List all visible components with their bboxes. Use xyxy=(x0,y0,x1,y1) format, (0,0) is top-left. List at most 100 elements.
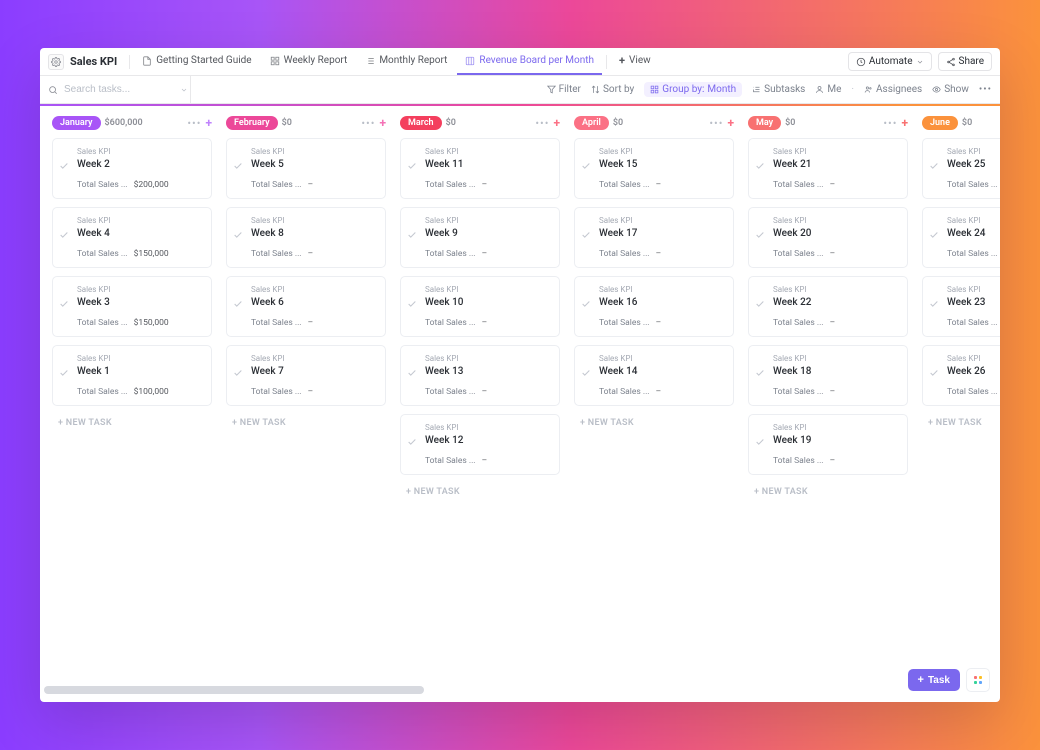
add-card-icon[interactable]: + xyxy=(901,116,908,130)
month-chip[interactable]: June xyxy=(922,116,958,130)
tab-getting-started-guide[interactable]: Getting Started Guide xyxy=(134,48,259,75)
more-icon[interactable]: ••• xyxy=(535,117,549,130)
search-input[interactable] xyxy=(64,84,154,95)
month-chip[interactable]: April xyxy=(574,116,609,130)
check-icon[interactable] xyxy=(407,368,417,378)
settings-icon[interactable] xyxy=(48,54,64,70)
task-card[interactable]: Sales KPIWeek 22Total Sales ...– xyxy=(748,276,908,337)
task-card[interactable]: Sales KPIWeek 16Total Sales ...– xyxy=(574,276,734,337)
new-task-button[interactable]: + NEW TASK xyxy=(922,414,1000,432)
check-icon[interactable] xyxy=(929,230,939,240)
task-card[interactable]: Sales KPIWeek 17Total Sales ...– xyxy=(574,207,734,268)
check-icon[interactable] xyxy=(233,161,243,171)
new-task-button[interactable]: + NEW TASK xyxy=(748,483,908,501)
task-card[interactable]: Sales KPIWeek 6Total Sales ...– xyxy=(226,276,386,337)
task-card[interactable]: Sales KPIWeek 15Total Sales ...– xyxy=(574,138,734,199)
check-icon[interactable] xyxy=(581,368,591,378)
month-chip[interactable]: February xyxy=(226,116,278,130)
filter-button[interactable]: Filter xyxy=(547,84,581,95)
task-card[interactable]: Sales KPIWeek 12Total Sales ...– xyxy=(400,414,560,475)
task-card[interactable]: Sales KPIWeek 4Total Sales ...$150,000 xyxy=(52,207,212,268)
check-icon[interactable] xyxy=(407,299,417,309)
check-icon[interactable] xyxy=(755,368,765,378)
task-card[interactable]: Sales KPIWeek 7Total Sales ...– xyxy=(226,345,386,406)
card-crumb: Sales KPI xyxy=(77,285,203,294)
check-icon[interactable] xyxy=(233,230,243,240)
task-card[interactable]: Sales KPIWeek 14Total Sales ...– xyxy=(574,345,734,406)
subtasks-button[interactable]: Subtasks xyxy=(752,84,805,95)
tab-view[interactable]: +View xyxy=(611,48,659,75)
check-icon[interactable] xyxy=(755,437,765,447)
check-icon[interactable] xyxy=(929,161,939,171)
check-icon[interactable] xyxy=(929,368,939,378)
share-button[interactable]: Share xyxy=(938,52,992,71)
automate-button[interactable]: Automate xyxy=(848,52,932,71)
task-card[interactable]: Sales KPIWeek 26Total Sales ... xyxy=(922,345,1000,406)
task-card[interactable]: Sales KPIWeek 10Total Sales ...– xyxy=(400,276,560,337)
more-icon[interactable]: ••• xyxy=(187,117,201,130)
add-card-icon[interactable]: + xyxy=(553,116,560,130)
new-task-button[interactable]: + NEW TASK xyxy=(400,483,560,501)
check-icon[interactable] xyxy=(233,299,243,309)
show-button[interactable]: Show xyxy=(932,84,969,95)
task-card[interactable]: Sales KPIWeek 11Total Sales ...– xyxy=(400,138,560,199)
more-icon[interactable]: ••• xyxy=(979,84,992,95)
task-card[interactable]: Sales KPIWeek 23Total Sales ... xyxy=(922,276,1000,337)
search-input-wrap[interactable] xyxy=(48,84,188,95)
task-card[interactable]: Sales KPIWeek 9Total Sales ...– xyxy=(400,207,560,268)
check-icon[interactable] xyxy=(755,299,765,309)
check-icon[interactable] xyxy=(59,230,69,240)
check-icon[interactable] xyxy=(59,368,69,378)
board[interactable]: January$600,000•••+Sales KPIWeek 2Total … xyxy=(40,106,1000,702)
month-chip[interactable]: January xyxy=(52,116,101,130)
check-icon[interactable] xyxy=(581,299,591,309)
task-card[interactable]: Sales KPIWeek 8Total Sales ...– xyxy=(226,207,386,268)
more-icon[interactable]: ••• xyxy=(709,117,723,130)
more-icon[interactable]: ••• xyxy=(361,117,375,130)
check-icon[interactable] xyxy=(929,299,939,309)
task-card[interactable]: Sales KPIWeek 13Total Sales ...– xyxy=(400,345,560,406)
tab-revenue-board-per-month[interactable]: Revenue Board per Month xyxy=(457,48,602,75)
month-chip[interactable]: March xyxy=(400,116,442,130)
month-chip[interactable]: May xyxy=(748,116,781,130)
group-by-button[interactable]: Group by: Month xyxy=(644,82,742,97)
add-card-icon[interactable]: + xyxy=(727,116,734,130)
check-icon[interactable] xyxy=(407,161,417,171)
more-icon[interactable]: ••• xyxy=(883,117,897,130)
check-icon[interactable] xyxy=(581,161,591,171)
assignees-button[interactable]: Assignees xyxy=(864,84,922,95)
new-task-button[interactable]: + NEW TASK xyxy=(226,414,386,432)
task-card[interactable]: Sales KPIWeek 20Total Sales ...– xyxy=(748,207,908,268)
check-icon[interactable] xyxy=(755,230,765,240)
new-task-fab[interactable]: + Task xyxy=(908,669,961,691)
sort-button[interactable]: Sort by xyxy=(591,84,634,95)
card-field-value: – xyxy=(308,180,314,190)
task-card[interactable]: Sales KPIWeek 19Total Sales ...– xyxy=(748,414,908,475)
task-card[interactable]: Sales KPIWeek 3Total Sales ...$150,000 xyxy=(52,276,212,337)
new-task-button[interactable]: + NEW TASK xyxy=(52,414,212,432)
task-card[interactable]: Sales KPIWeek 24Total Sales ... xyxy=(922,207,1000,268)
horizontal-scrollbar[interactable] xyxy=(44,686,424,694)
task-card[interactable]: Sales KPIWeek 18Total Sales ...– xyxy=(748,345,908,406)
task-card[interactable]: Sales KPIWeek 21Total Sales ...– xyxy=(748,138,908,199)
divider xyxy=(606,55,607,69)
add-card-icon[interactable]: + xyxy=(205,116,212,130)
add-card-icon[interactable]: + xyxy=(379,116,386,130)
task-card[interactable]: Sales KPIWeek 25Total Sales ... xyxy=(922,138,1000,199)
check-icon[interactable] xyxy=(407,230,417,240)
check-icon[interactable] xyxy=(755,161,765,171)
check-icon[interactable] xyxy=(581,230,591,240)
apps-fab[interactable] xyxy=(966,668,990,692)
tab-weekly-report[interactable]: Weekly Report xyxy=(262,48,356,75)
me-button[interactable]: Me xyxy=(815,84,841,95)
check-icon[interactable] xyxy=(59,161,69,171)
check-icon[interactable] xyxy=(233,368,243,378)
check-icon[interactable] xyxy=(59,299,69,309)
task-card[interactable]: Sales KPIWeek 2Total Sales ...$200,000 xyxy=(52,138,212,199)
tab-monthly-report[interactable]: Monthly Report xyxy=(357,48,455,75)
check-icon[interactable] xyxy=(407,437,417,447)
task-card[interactable]: Sales KPIWeek 5Total Sales ...– xyxy=(226,138,386,199)
task-card[interactable]: Sales KPIWeek 1Total Sales ...$100,000 xyxy=(52,345,212,406)
chevron-down-icon[interactable] xyxy=(180,86,188,94)
new-task-button[interactable]: + NEW TASK xyxy=(574,414,734,432)
